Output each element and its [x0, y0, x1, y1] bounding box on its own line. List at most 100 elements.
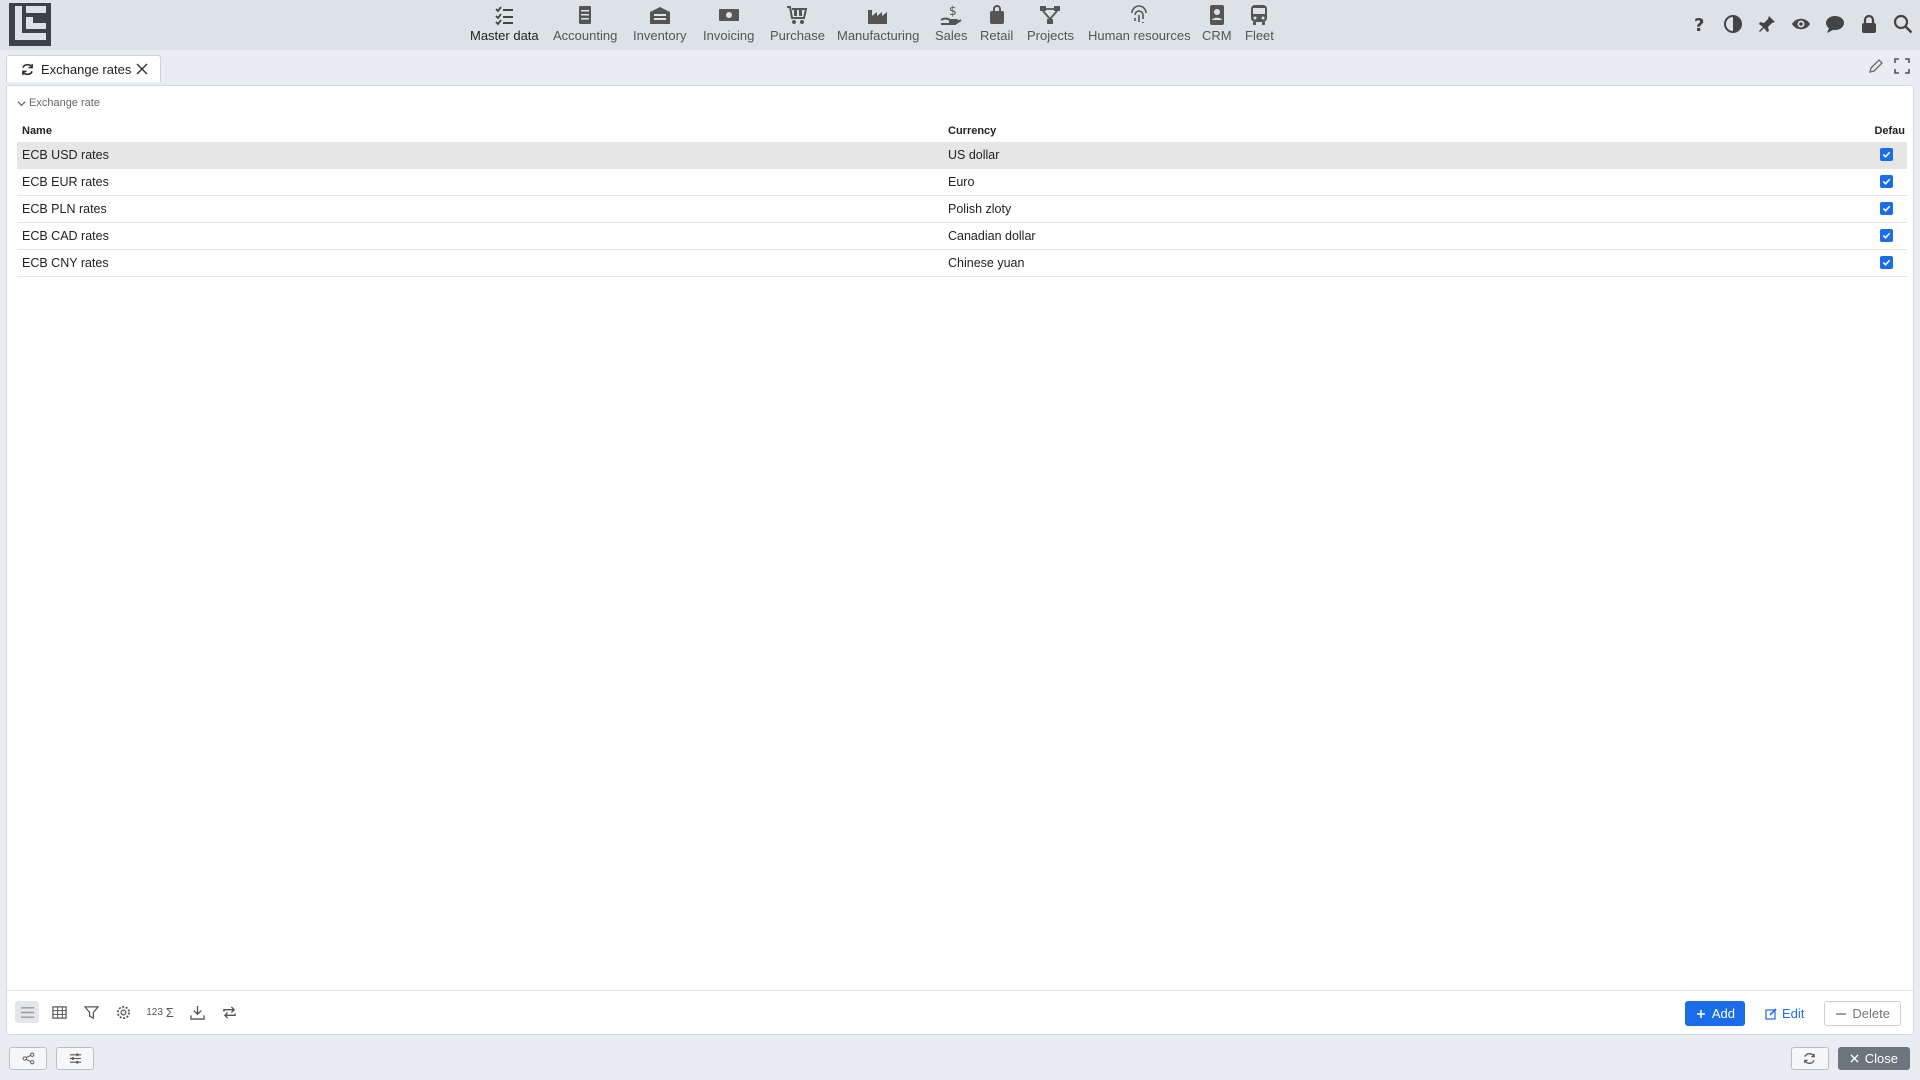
share-icon[interactable]	[9, 1047, 47, 1070]
main-panel: Exchange rate Name Currency Defau ECB US…	[6, 85, 1914, 1035]
contrast-icon[interactable]	[1722, 13, 1744, 35]
delete-button[interactable]: Delete	[1824, 1001, 1901, 1026]
column-header-currency[interactable]: Currency	[943, 125, 1869, 137]
module-label: CRM	[1202, 28, 1232, 43]
settings-gear-icon[interactable]	[111, 1001, 135, 1023]
module-manufacturing[interactable]: Manufacturing	[837, 2, 919, 48]
pencil-icon[interactable]	[1868, 58, 1884, 74]
module-fleet[interactable]: Fleet	[1245, 2, 1274, 48]
module-purchase[interactable]: Purchase	[770, 2, 825, 48]
add-label: Add	[1711, 1006, 1736, 1021]
fingerprint-icon	[1131, 5, 1148, 23]
default-checkbox[interactable]	[1880, 175, 1893, 188]
reload-icon[interactable]	[1790, 1047, 1829, 1070]
count-sum-button[interactable]: 123 Σ	[143, 1001, 177, 1023]
module-projects[interactable]: Projects	[1027, 2, 1074, 48]
grid-toolbar: 123 Σ Add Edit Delete	[7, 990, 1913, 1034]
check-icon	[1882, 259, 1891, 266]
module-human-resources[interactable]: Human resources	[1088, 2, 1191, 48]
table-row[interactable]: ECB EUR rates Euro	[17, 169, 1907, 196]
default-checkbox[interactable]	[1880, 148, 1893, 161]
close-button[interactable]: Close	[1837, 1047, 1910, 1070]
factory-icon	[868, 10, 888, 24]
hand-coin-icon: $	[940, 4, 962, 25]
column-header-default[interactable]: Defau	[1869, 125, 1907, 137]
refresh-icon[interactable]	[21, 63, 34, 76]
module-label: Inventory	[633, 28, 687, 43]
module-label: Human resources	[1088, 28, 1191, 43]
module-label: Invoicing	[703, 28, 755, 43]
default-checkbox[interactable]	[1880, 256, 1893, 269]
fullscreen-icon[interactable]	[1894, 58, 1910, 74]
cell-name: ECB CAD rates	[22, 229, 109, 243]
bag-icon	[989, 5, 1004, 24]
banknote-icon	[718, 9, 739, 21]
svg-text:$: $	[949, 4, 957, 18]
close-icon	[1850, 1054, 1859, 1063]
default-checkbox[interactable]	[1880, 202, 1893, 215]
close-label: Close	[1864, 1051, 1898, 1066]
edit-icon	[1765, 1007, 1777, 1020]
table-row[interactable]: ECB USD rates US dollar	[17, 142, 1907, 169]
cell-name: ECB EUR rates	[22, 175, 109, 189]
count-label: 123	[146, 1006, 163, 1018]
download-icon[interactable]	[185, 1001, 209, 1023]
default-checkbox[interactable]	[1880, 229, 1893, 242]
grid-header: Name Currency Defau	[17, 120, 1907, 142]
close-tab-icon[interactable]	[135, 62, 149, 76]
repeat-icon[interactable]	[217, 1001, 241, 1023]
edit-button[interactable]: Edit	[1755, 1001, 1814, 1026]
cell-currency: Polish zloty	[948, 202, 1012, 216]
table-view-icon[interactable]	[47, 1001, 71, 1023]
list-view-icon[interactable]	[15, 1001, 39, 1023]
footer-left-actions	[9, 1047, 94, 1070]
help-icon[interactable]: ?	[1688, 13, 1710, 35]
warehouse-icon	[649, 7, 670, 24]
module-sales[interactable]: $ Sales	[935, 2, 968, 48]
group-header[interactable]: Exchange rate	[17, 97, 100, 109]
check-icon	[1882, 205, 1891, 212]
sliders-icon[interactable]	[56, 1047, 94, 1070]
module-label: Retail	[980, 28, 1014, 43]
eye-icon[interactable]	[1790, 13, 1812, 35]
module-crm[interactable]: CRM	[1202, 2, 1232, 48]
module-master-data[interactable]: Master data	[470, 2, 539, 48]
cell-name: ECB USD rates	[22, 148, 109, 162]
check-icon	[1882, 178, 1891, 185]
hierarchy-icon	[1040, 6, 1061, 24]
ledger-icon	[579, 6, 592, 24]
add-button[interactable]: Add	[1684, 1001, 1746, 1026]
filter-icon[interactable]	[79, 1001, 103, 1023]
table-row[interactable]: ECB PLN rates Polish zloty	[17, 196, 1907, 223]
pin-icon[interactable]	[1756, 13, 1778, 35]
tab-exchange-rates[interactable]: Exchange rates	[6, 55, 161, 82]
module-accounting[interactable]: Accounting	[553, 2, 617, 48]
footer-right-actions: Close	[1790, 1047, 1910, 1070]
chevron-down-icon	[17, 100, 26, 106]
cell-currency: Canadian dollar	[948, 229, 1036, 243]
minus-icon	[1836, 1012, 1847, 1015]
module-label: Sales	[935, 28, 968, 43]
search-icon[interactable]	[1892, 13, 1914, 35]
cell-currency: Chinese yuan	[948, 256, 1025, 270]
module-label: Master data	[470, 28, 539, 43]
cell-name: ECB PLN rates	[22, 202, 107, 216]
module-inventory[interactable]: Inventory	[633, 2, 686, 48]
module-label: Purchase	[770, 28, 825, 43]
cell-name: ECB CNY rates	[22, 256, 109, 270]
top-navigation-bar: Master data Accounting Inventory Invoici…	[0, 0, 1920, 50]
checklist-icon	[495, 6, 514, 26]
table-row[interactable]: ECB CNY rates Chinese yuan	[17, 250, 1907, 277]
column-header-name[interactable]: Name	[17, 125, 943, 137]
edit-label: Edit	[1782, 1006, 1805, 1021]
exchange-rate-grid: Name Currency Defau ECB USD rates US dol…	[17, 120, 1907, 277]
lock-icon[interactable]	[1858, 13, 1880, 35]
chat-icon[interactable]	[1824, 13, 1846, 35]
module-label: Fleet	[1245, 28, 1274, 43]
module-invoicing[interactable]: Invoicing	[703, 2, 754, 48]
cell-currency: Euro	[948, 175, 975, 189]
table-row[interactable]: ECB CAD rates Canadian dollar	[17, 223, 1907, 250]
check-icon	[1882, 151, 1891, 158]
svg-text:?: ?	[1694, 15, 1704, 34]
module-retail[interactable]: Retail	[980, 2, 1013, 48]
